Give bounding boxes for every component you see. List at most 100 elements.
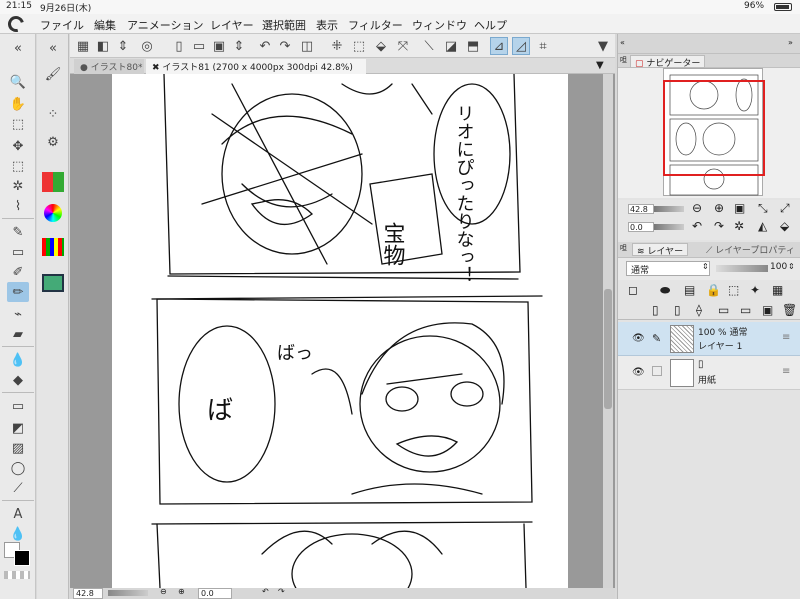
opacity-value[interactable]: 100 — [770, 262, 787, 272]
edit-pen-icon[interactable]: ✎ — [652, 332, 661, 345]
transform-icon[interactable]: ⤧ — [394, 37, 412, 55]
draft-layer-icon[interactable]: ✦ — [750, 283, 760, 297]
zoom-slider[interactable] — [108, 590, 148, 596]
auto-select-icon[interactable]: ✲ — [7, 176, 29, 196]
canvas-paper[interactable]: リオにぴったりなっ！ 宝物 ば ばっ — [112, 74, 568, 588]
tool-property-icon[interactable]: 🖌 — [42, 64, 64, 84]
eyedropper-icon[interactable]: ⌇ — [7, 196, 29, 216]
new-file-icon[interactable]: ▯ — [170, 37, 188, 55]
nav-rotate-right-icon[interactable]: ↷ — [714, 219, 724, 233]
panel-expand-icon[interactable]: » — [788, 38, 793, 47]
create-mask-icon[interactable]: ▣ — [762, 303, 773, 317]
command-bar-menu-icon[interactable]: ▼ — [594, 37, 612, 55]
guide-off-icon[interactable]: ⬒ — [464, 37, 482, 55]
canvas-scrollbar[interactable] — [603, 74, 613, 588]
visibility-eye-icon[interactable]: 👁 — [632, 367, 645, 378]
nav-angle-field[interactable]: 0.0 — [628, 222, 654, 232]
select-all-icon[interactable]: ⬚ — [350, 37, 368, 55]
text-tool-icon[interactable]: A — [7, 504, 29, 524]
menu-animation[interactable]: アニメーション — [127, 17, 204, 33]
fill-selection-icon[interactable]: ⬙ — [372, 37, 390, 55]
open-folder-icon[interactable]: ▭ — [190, 37, 208, 55]
panel-collapse-icon[interactable]: « — [42, 38, 64, 58]
tool-switch-icon[interactable]: ◧ — [94, 37, 112, 55]
correct-line-icon[interactable]: 💧 — [7, 524, 29, 544]
gradient-fill-icon[interactable]: ◆ — [7, 370, 29, 390]
canvas-angle-field[interactable]: 0.0 — [198, 588, 232, 599]
rotate-left-icon[interactable]: ↶ — [262, 587, 269, 596]
nav-reset-rotate-icon[interactable]: ✲ — [734, 219, 744, 233]
menu-selection[interactable]: 選択範囲 — [262, 17, 306, 33]
canvas-area[interactable]: リオにぴったりなっ！ 宝物 ば ばっ — [70, 74, 615, 588]
zoom-in-icon[interactable]: ⊕ — [178, 587, 185, 596]
color-set-icon[interactable] — [42, 172, 64, 192]
ruler-tool-icon[interactable]: ⟋ — [7, 478, 29, 498]
nav-angle-slider[interactable] — [654, 224, 684, 230]
clip-studio-icon[interactable]: ◎ — [134, 37, 160, 55]
layer-row[interactable]: 👁 ✎ 100 % 通常 レイヤー 1 ≡ — [618, 322, 800, 356]
tab-menu-icon[interactable]: ▼ — [596, 60, 604, 71]
undo-icon[interactable]: ↶ — [256, 37, 274, 55]
tab-illust-81[interactable]: ✖ イラスト81 (2700 x 4000px 300dpi 42.8%) — [146, 59, 366, 74]
nav-zoom-slider[interactable] — [654, 206, 684, 212]
lock-layer-icon[interactable]: 🔒 — [706, 283, 721, 297]
canvas-zoom-field[interactable]: 42.8 — [73, 588, 103, 599]
move-tool-icon[interactable]: ✥ — [7, 136, 29, 156]
snap-ruler-icon[interactable]: ⊿ — [490, 37, 508, 55]
tab-layer[interactable]: ≋ レイヤー — [632, 243, 689, 257]
app-logo-icon[interactable] — [5, 13, 27, 35]
operation-tool-icon[interactable]: ⬚ — [7, 114, 29, 134]
layer-color-icon[interactable]: ◻ — [628, 283, 638, 297]
ruler-off-icon[interactable]: ⟍ — [420, 37, 438, 55]
stepper-icon[interactable]: ⇕ — [114, 37, 132, 55]
blend-mode-select[interactable]: 通常 — [626, 261, 710, 276]
nav-actual-size-icon[interactable]: ▣ — [734, 201, 745, 215]
tab-layer-property[interactable]: ⟋ レイヤープロパティ — [702, 243, 799, 256]
nav-fit-icon[interactable]: ⤡ — [758, 201, 768, 216]
color-palette-icon[interactable] — [42, 238, 64, 256]
layer-row[interactable]: 👁 ▯ 用紙 ≡ — [618, 356, 800, 390]
save-dropdown-icon[interactable]: ⇕ — [230, 37, 248, 55]
snap-special-icon[interactable]: ◿ — [512, 37, 530, 55]
eraser-tool-icon[interactable]: ▭ — [7, 242, 29, 262]
mask-icon[interactable]: ▦ — [772, 283, 783, 297]
main-color-swatch[interactable] — [14, 550, 30, 566]
rotate-right-icon[interactable]: ↷ — [278, 587, 285, 596]
blend-tool-icon[interactable]: ▰ — [7, 324, 29, 344]
nav-rotate-left-icon[interactable]: ↶ — [692, 219, 702, 233]
nav-flip-h-icon[interactable]: ◭ — [758, 219, 767, 233]
opacity-stepper-icon[interactable]: ⇕ — [788, 262, 795, 271]
nav-fit-width-icon[interactable]: ⤢ — [780, 201, 790, 216]
brush-tool-icon[interactable]: ✐ — [7, 262, 29, 282]
nav-zoom-in-icon[interactable]: ⊕ — [714, 201, 724, 215]
deselect-icon[interactable]: ⁜ — [328, 37, 346, 55]
menu-help[interactable]: ヘルプ — [474, 17, 507, 33]
clear-icon[interactable]: ◫ — [298, 37, 316, 55]
panel-grip-icon[interactable]: 呾 — [620, 243, 627, 253]
tool-settings-icon[interactable]: ⚙ — [42, 132, 64, 152]
clip-layer-icon[interactable]: ⬬ — [660, 283, 670, 298]
menu-edit[interactable]: 編集 — [94, 17, 116, 33]
new-raster-layer-icon[interactable]: ▯ — [652, 303, 659, 317]
new-vector-layer-icon[interactable]: ▯ — [674, 303, 681, 317]
merge-icon[interactable]: ▭ — [740, 303, 751, 317]
menu-file[interactable]: ファイル — [40, 17, 84, 33]
zoom-out-icon[interactable]: ⊖ — [160, 587, 167, 596]
snap-grid-icon[interactable]: ⌗ — [534, 37, 552, 55]
frame-tool-icon[interactable]: ◩ — [7, 418, 29, 438]
lock-alpha-icon[interactable]: ⬚ — [728, 283, 739, 297]
new-folder-icon[interactable]: ⟠ — [696, 303, 702, 317]
navigator-view[interactable] — [618, 68, 800, 198]
reference-layer-icon[interactable]: ▤ — [684, 283, 695, 297]
zoom-tool-icon[interactable]: 🔍 — [7, 72, 29, 92]
transparent-color-swatch[interactable] — [4, 571, 30, 579]
menu-view[interactable]: 表示 — [316, 17, 338, 33]
layout-icon[interactable]: ▦ — [74, 37, 92, 55]
navigator-view-rect[interactable] — [663, 80, 765, 176]
tab-navigator[interactable]: ▢ ナビゲーター — [630, 55, 706, 69]
pen-tool-icon[interactable]: ✎ — [7, 222, 29, 242]
panel-grip-icon[interactable]: 呾 — [620, 55, 627, 65]
material-icon[interactable] — [42, 274, 64, 292]
edit-target-box[interactable] — [652, 366, 662, 376]
fill-tool-icon[interactable]: 💧 — [7, 350, 29, 370]
